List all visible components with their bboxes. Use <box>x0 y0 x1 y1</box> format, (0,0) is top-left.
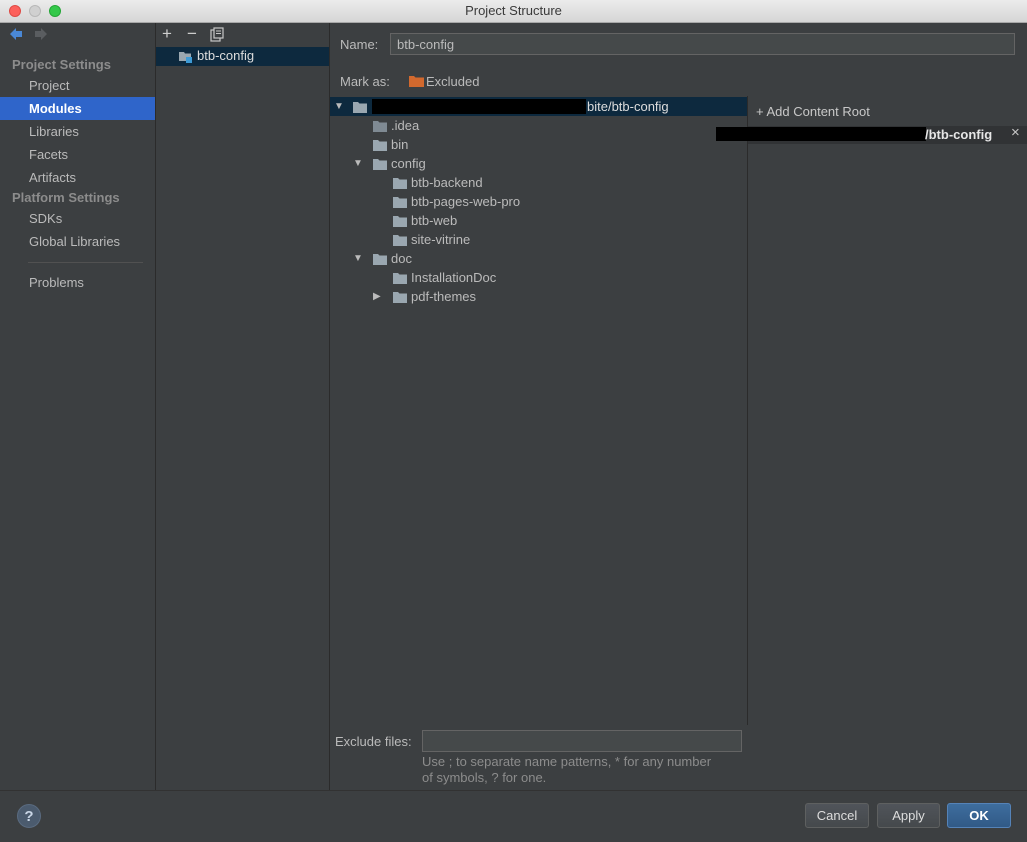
module-name-input[interactable] <box>390 33 1015 55</box>
sidebar-item-global-libraries[interactable]: Global Libraries <box>0 230 155 253</box>
content-root-path: /btb-config <box>925 127 993 142</box>
add-content-root-button[interactable]: + Add Content Root <box>756 104 870 119</box>
expand-arrow-icon[interactable]: ▼ <box>334 101 344 112</box>
tree-node-label[interactable]: bin <box>391 137 408 152</box>
window-title: Project Structure <box>465 3 562 18</box>
tree-node-label[interactable]: doc <box>391 251 412 266</box>
expand-arrow-icon[interactable]: ▼ <box>353 253 363 264</box>
remove-content-root-icon[interactable]: × <box>1011 124 1020 141</box>
platform-settings-header: Platform Settings <box>12 190 120 205</box>
maximize-window-button[interactable] <box>49 5 61 17</box>
module-list-item-label: btb-config <box>197 48 255 63</box>
tree-node-label[interactable]: site-vitrine <box>411 232 470 247</box>
cancel-button[interactable]: Cancel <box>805 803 869 828</box>
collapse-arrow-icon[interactable]: ▶ <box>373 291 381 302</box>
title-bar: Project Structure <box>0 0 1027 23</box>
content-root-panel <box>748 96 1027 790</box>
minimize-window-button[interactable] <box>29 5 41 17</box>
exclude-files-input[interactable] <box>422 730 742 752</box>
forward-arrow-icon[interactable] <box>34 27 48 46</box>
redacted-path <box>372 99 586 114</box>
folder-icon <box>393 177 407 192</box>
folder-icon <box>373 158 387 173</box>
add-module-button[interactable]: + <box>162 24 172 44</box>
folder-icon <box>373 139 387 154</box>
sidebar-item-modules[interactable]: Modules <box>0 97 155 120</box>
folder-icon <box>373 120 387 135</box>
close-window-button[interactable] <box>9 5 21 17</box>
folder-icon <box>393 196 407 211</box>
mark-as-label: Mark as: <box>340 74 390 89</box>
expand-arrow-icon[interactable]: ▼ <box>353 158 363 169</box>
folder-icon <box>393 272 407 287</box>
exclude-hint-line2: of symbols, ? for one. <box>422 770 547 785</box>
project-settings-header: Project Settings <box>12 57 111 72</box>
sidebar-item-libraries[interactable]: Libraries <box>0 120 155 143</box>
folder-icon <box>393 291 407 306</box>
module-list-panel <box>156 23 330 790</box>
sidebar-item-project[interactable]: Project <box>0 74 155 97</box>
folder-icon <box>393 234 407 249</box>
module-folder-icon <box>179 51 193 66</box>
tree-node-label[interactable]: btb-web <box>411 213 457 228</box>
tree-node-label[interactable]: pdf-themes <box>411 289 476 304</box>
sidebar-divider <box>28 262 143 263</box>
folder-icon <box>353 101 367 116</box>
mark-as-excluded-button[interactable]: Excluded <box>426 74 479 89</box>
tree-node-label[interactable]: InstallationDoc <box>411 270 496 285</box>
exclude-hint-line1: Use ; to separate name patterns, * for a… <box>422 754 712 769</box>
tree-node-label[interactable]: config <box>391 156 426 171</box>
sidebar-item-artifacts[interactable]: Artifacts <box>0 166 155 189</box>
help-button[interactable]: ? <box>17 804 41 828</box>
sidebar-item-facets[interactable]: Facets <box>0 143 155 166</box>
apply-button[interactable]: Apply <box>877 803 940 828</box>
dialog-footer <box>0 790 1027 842</box>
sidebar-item-sdks[interactable]: SDKs <box>0 207 155 230</box>
tree-node-label[interactable]: .idea <box>391 118 419 133</box>
tree-node-label[interactable]: btb-backend <box>411 175 483 190</box>
back-arrow-icon[interactable] <box>9 27 23 46</box>
name-label: Name: <box>340 37 379 52</box>
copy-module-icon[interactable] <box>210 27 224 45</box>
ok-button[interactable]: OK <box>947 803 1011 828</box>
sidebar-item-problems[interactable]: Problems <box>0 271 155 294</box>
folder-icon <box>373 253 387 268</box>
folder-icon <box>393 215 407 230</box>
redacted-path <box>716 127 926 141</box>
exclude-files-label: Exclude files: <box>335 734 412 749</box>
tree-root-label: bite/btb-config <box>587 99 669 114</box>
excluded-folder-icon <box>409 75 424 90</box>
tree-node-label[interactable]: btb-pages-web-pro <box>411 194 520 209</box>
remove-module-button[interactable]: − <box>187 24 197 44</box>
